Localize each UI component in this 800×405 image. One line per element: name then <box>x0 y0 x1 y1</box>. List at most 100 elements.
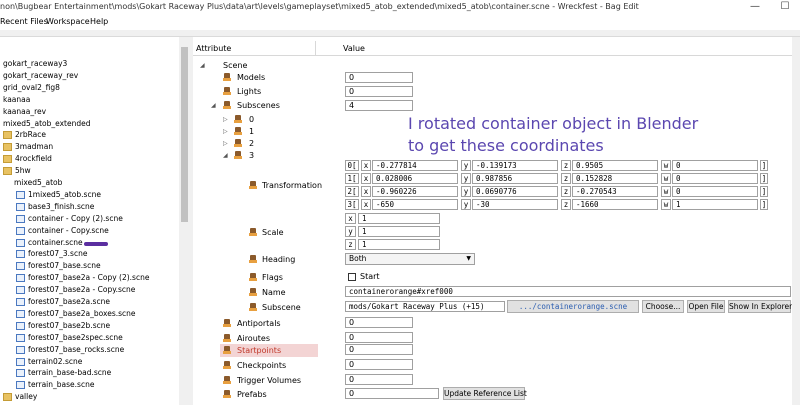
matrix-x-label: x <box>361 173 371 184</box>
value-column-header[interactable]: Value <box>343 44 365 53</box>
matrix-w-field[interactable]: 1 <box>672 199 758 210</box>
title-bar: non\Bugbear Entertainment\mods\Gokart Ra… <box>0 0 800 15</box>
antiportals-label: Antiportals <box>237 319 281 328</box>
matrix-y-field[interactable]: 0.0690776 <box>472 186 558 197</box>
tree-item-label: kaanaa_rev <box>3 106 47 116</box>
menu-help[interactable]: Help <box>90 17 108 26</box>
scale-y-field[interactable]: 1 <box>358 226 440 237</box>
heading-label: Heading <box>262 255 296 264</box>
matrix-y-field[interactable]: 0.987856 <box>472 173 558 184</box>
heading-dropdown[interactable]: Both ▼ <box>345 253 475 265</box>
matrix-x-field[interactable]: -0.960226 <box>372 186 458 197</box>
attribute-column-header[interactable]: Attribute <box>196 44 231 53</box>
scene-label: Scene <box>223 61 248 70</box>
subscene-index-2: 2 <box>249 139 255 148</box>
matrix-y-label: y <box>461 186 471 197</box>
start-checkbox[interactable] <box>348 273 356 281</box>
tree-item-label: forest07_3.scne <box>28 249 88 259</box>
show-in-explorer-button[interactable]: Show In Explorer <box>728 300 792 313</box>
property-header: Attribute Value <box>193 41 793 56</box>
expand-subscene-0-icon[interactable]: ▷ <box>223 114 231 125</box>
matrix-x-field[interactable]: -0.277814 <box>372 160 458 171</box>
file-tree-panel: gokart_raceway3 gokart_raceway_rev grid_ov… <box>0 37 190 405</box>
antiportals-field[interactable]: 0 <box>345 317 413 328</box>
matrix-z-field[interactable]: 0.9505 <box>572 160 658 171</box>
scale-z-label: z <box>345 239 356 250</box>
open-file-button[interactable]: Open File <box>687 300 725 313</box>
matrix-z-field[interactable]: -1660 <box>572 199 658 210</box>
subscenes-field[interactable]: 4 <box>345 100 413 111</box>
chevron-down-icon: ▼ <box>466 255 471 262</box>
matrix-row-label: 3[ <box>345 199 359 210</box>
matrix-x-field[interactable]: 0.028006 <box>372 173 458 184</box>
matrix-z-field[interactable]: 0.152828 <box>572 173 658 184</box>
matrix-z-label: z <box>561 199 571 210</box>
property-icon <box>223 319 231 328</box>
startpoints-label: Startpoints <box>237 346 282 355</box>
subscene-path-field[interactable]: mods/Gokart Raceway Plus (+15) <box>345 301 505 312</box>
tree-item-label: forest07_base2a - Copy.scne <box>28 285 136 295</box>
models-label: Models <box>237 73 266 82</box>
file-icon <box>16 226 25 235</box>
matrix-y-field[interactable]: -30 <box>472 199 558 210</box>
tree-item-label: 3madman <box>15 142 54 152</box>
startpoints-field[interactable]: 0 <box>345 344 413 355</box>
menu-bar: Recent Files Workspace Help <box>0 15 800 30</box>
prefabs-field[interactable]: 0 <box>345 388 439 399</box>
matrix-y-field[interactable]: -0.139173 <box>472 160 558 171</box>
matrix-row-close: ] <box>760 186 768 197</box>
matrix-w-field[interactable]: 0 <box>672 160 758 171</box>
scale-y-label: y <box>345 226 356 237</box>
maximize-icon[interactable]: ☐ <box>770 0 800 15</box>
lights-field[interactable]: 0 <box>345 86 413 97</box>
matrix-w-label: w <box>661 160 671 171</box>
scale-label: Scale <box>262 228 284 237</box>
scale-z-field[interactable]: 1 <box>358 239 440 250</box>
property-icon <box>234 127 242 136</box>
matrix-z-field[interactable]: -0.270543 <box>572 186 658 197</box>
property-icon <box>249 288 257 297</box>
models-field[interactable]: 0 <box>345 72 413 83</box>
property-icon <box>223 87 231 96</box>
matrix-row-label: 0[ <box>345 160 359 171</box>
collapse-subscene-3-icon[interactable]: ◢ <box>223 150 231 161</box>
menu-workspace[interactable]: Workspace <box>46 17 90 26</box>
airoutes-field[interactable]: 0 <box>345 332 413 343</box>
subscenes-label: Subscenes <box>237 101 280 110</box>
file-icon <box>16 214 25 223</box>
property-icon <box>223 376 231 385</box>
tree-scrollbar[interactable] <box>179 37 190 405</box>
matrix-x-label: x <box>361 199 371 210</box>
property-icon <box>223 101 231 110</box>
collapse-scene-icon[interactable]: ◢ <box>200 60 208 71</box>
tree-item-label: gokart_raceway3 <box>3 59 68 68</box>
property-scrollbar[interactable] <box>792 37 800 405</box>
menu-recent-files[interactable]: Recent Files <box>0 17 48 26</box>
tree-item-label: forest07_base2spec.scne <box>28 332 123 342</box>
property-panel: Attribute Value ◢ Scene Models 0 Lights … <box>193 37 800 405</box>
matrix-w-field[interactable]: 0 <box>672 186 758 197</box>
heading-value: Both <box>349 254 367 263</box>
tree-item-label: 5hw <box>15 166 31 176</box>
tree-item-label: 1mixed5_atob.scne <box>28 189 101 199</box>
subscene-file-button[interactable]: .../containerorange.scne <box>507 300 639 313</box>
tree-item-label: valley <box>15 392 38 402</box>
expand-subscene-1-icon[interactable]: ▷ <box>223 126 231 137</box>
scale-x-field[interactable]: 1 <box>358 213 440 224</box>
tree-item-label: forest07_base2a - Copy (2).scne <box>28 273 150 283</box>
file-icon <box>16 238 25 247</box>
matrix-w-field[interactable]: 0 <box>672 173 758 184</box>
trigger-volumes-field[interactable]: 0 <box>345 374 413 385</box>
choose-button[interactable]: Choose... <box>642 300 684 313</box>
annotation-line-2: to get these coordinates <box>408 136 604 155</box>
matrix-x-label: x <box>361 186 371 197</box>
tree-scrollbar-thumb[interactable] <box>181 47 188 222</box>
expand-subscene-2-icon[interactable]: ▷ <box>223 138 231 149</box>
matrix-x-field[interactable]: -650 <box>372 199 458 210</box>
minimize-icon[interactable]: — <box>740 0 770 15</box>
checkpoints-field[interactable]: 0 <box>345 359 413 370</box>
collapse-subscenes-icon[interactable]: ◢ <box>211 100 219 111</box>
update-reference-list-button[interactable]: Update Reference List <box>443 387 527 400</box>
name-field[interactable]: containerorange#xref000 <box>345 286 791 297</box>
toolbar-separator <box>0 30 800 37</box>
